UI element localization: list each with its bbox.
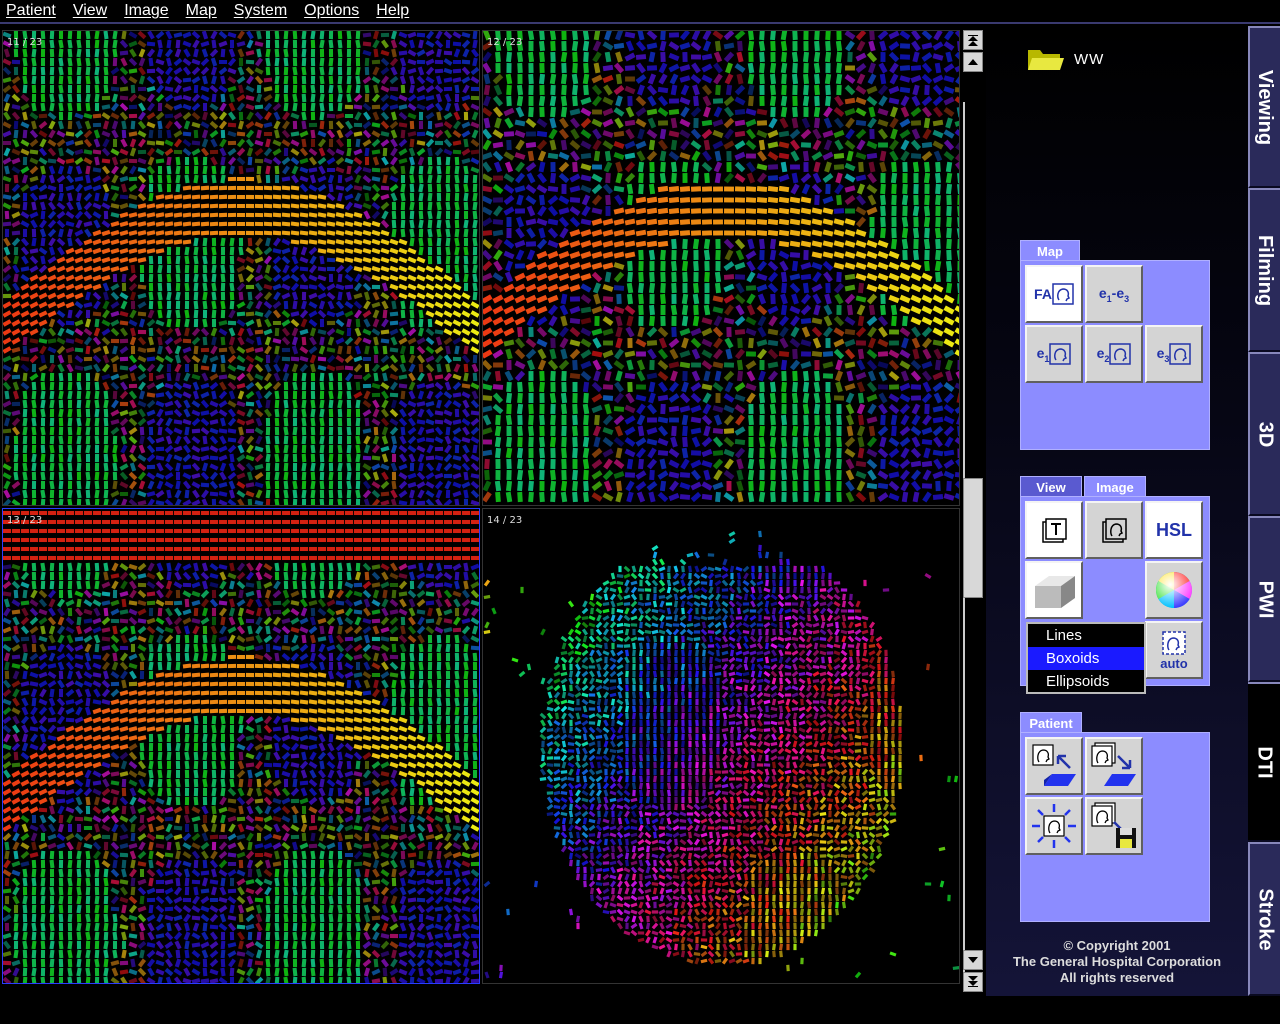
menu-view[interactable]: View bbox=[67, 2, 113, 20]
patient-folder[interactable]: WW bbox=[1026, 46, 1104, 72]
menu-map[interactable]: Map bbox=[180, 2, 223, 20]
export-patient-icon bbox=[1091, 742, 1136, 786]
head-icon bbox=[1169, 343, 1192, 365]
slice-label: 14 / 23 bbox=[487, 515, 523, 526]
auto-button[interactable]: auto bbox=[1145, 621, 1203, 679]
scroll-thumb[interactable] bbox=[963, 478, 983, 598]
viewport-1[interactable]: 11 / 23 bbox=[2, 30, 480, 506]
head-icon bbox=[1102, 518, 1127, 543]
menu-help[interactable]: Help bbox=[370, 2, 415, 20]
head-view-button[interactable] bbox=[1085, 501, 1143, 559]
e3-map-button[interactable]: e3 bbox=[1145, 325, 1203, 383]
head-icon bbox=[1052, 283, 1074, 305]
dti-glyph-image bbox=[483, 31, 959, 503]
e2-map-button[interactable]: e2 bbox=[1085, 325, 1143, 383]
tab-3d[interactable]: 3D bbox=[1248, 352, 1280, 516]
viewport-3[interactable]: 13 / 23 bbox=[2, 508, 480, 984]
scroll-top-icon[interactable] bbox=[963, 30, 983, 50]
option-boxoids[interactable]: Boxoids bbox=[1028, 647, 1144, 670]
scroll-bottom-icon[interactable] bbox=[963, 972, 983, 992]
menu-bar: Patient View Image Map System Options He… bbox=[0, 0, 1280, 24]
folder-name: WW bbox=[1074, 50, 1105, 68]
dti-glyph-image bbox=[3, 31, 479, 505]
menu-system[interactable]: System bbox=[228, 2, 293, 20]
e1-map-button[interactable]: e1 bbox=[1025, 325, 1083, 383]
text-overlay-button[interactable] bbox=[1025, 501, 1083, 559]
load-patient-button[interactable] bbox=[1025, 737, 1083, 795]
image-viewer: 11 / 23 12 / 23 13 / 23 14 / 23 bbox=[2, 30, 960, 986]
option-ellipsoids[interactable]: Ellipsoids bbox=[1028, 670, 1144, 693]
copyright-line-1: © Copyright 2001 bbox=[1063, 938, 1171, 953]
tab-pwi[interactable]: PWI bbox=[1248, 516, 1280, 682]
head-icon bbox=[1109, 343, 1132, 365]
module-tabs: Viewing Filming 3D PWI DTI Stroke bbox=[1248, 26, 1280, 996]
copyright-line-3: All rights reserved bbox=[1059, 970, 1175, 985]
dti-glyph-image bbox=[3, 510, 479, 983]
slice-scrollbar[interactable] bbox=[962, 28, 984, 996]
control-panel: WW Map FA e1-e3 e1 e2 e3 View Image HSL … bbox=[986, 28, 1248, 996]
menu-patient[interactable]: Patient bbox=[0, 2, 62, 20]
scroll-down-icon[interactable] bbox=[963, 950, 983, 970]
folder-icon bbox=[1026, 46, 1064, 72]
tab-filming[interactable]: Filming bbox=[1248, 188, 1280, 352]
color-sphere-icon bbox=[1155, 572, 1193, 608]
save-patient-button[interactable] bbox=[1085, 797, 1143, 855]
auto-head-icon bbox=[1162, 630, 1186, 655]
menu-options[interactable]: Options bbox=[298, 2, 365, 20]
hsl-button[interactable]: HSL bbox=[1145, 501, 1203, 559]
text-overlay-icon bbox=[1042, 518, 1067, 543]
menu-image[interactable]: Image bbox=[118, 2, 174, 20]
tab-viewing[interactable]: Viewing bbox=[1248, 26, 1280, 188]
glyph-type-dropdown[interactable]: Lines Boxoids Ellipsoids bbox=[1026, 622, 1146, 694]
tab-view[interactable]: View bbox=[1020, 476, 1082, 498]
tab-stroke[interactable]: Stroke bbox=[1248, 842, 1280, 996]
highlight-patient-icon bbox=[1032, 804, 1076, 848]
head-icon bbox=[1049, 343, 1072, 365]
export-patient-button[interactable] bbox=[1085, 737, 1143, 795]
load-patient-icon bbox=[1032, 744, 1076, 786]
slice-label: 11 / 23 bbox=[7, 37, 43, 48]
patient-group-body bbox=[1020, 732, 1210, 922]
bottom-strip bbox=[0, 996, 1280, 1024]
color-sphere-button[interactable] bbox=[1145, 561, 1203, 619]
save-patient-icon bbox=[1091, 802, 1136, 848]
copyright-line-2: The General Hospital Corporation bbox=[1012, 954, 1222, 969]
copyright-notice: © Copyright 2001 The General Hospital Co… bbox=[986, 938, 1248, 986]
slice-label: 13 / 23 bbox=[7, 515, 43, 526]
option-lines[interactable]: Lines bbox=[1028, 624, 1144, 647]
glyph-type-button[interactable] bbox=[1025, 561, 1083, 619]
tab-patient[interactable]: Patient bbox=[1020, 712, 1082, 734]
map-group-body: FA e1-e3 e1 e2 e3 bbox=[1020, 260, 1210, 450]
fa-map-button[interactable]: FA bbox=[1025, 265, 1083, 323]
slice-label: 12 / 23 bbox=[487, 37, 523, 48]
tab-dti[interactable]: DTI bbox=[1248, 682, 1280, 842]
highlight-patient-button[interactable] bbox=[1025, 797, 1083, 855]
dti-glyph-image bbox=[483, 530, 959, 979]
tab-map[interactable]: Map bbox=[1020, 240, 1080, 262]
tab-image[interactable]: Image bbox=[1084, 476, 1146, 498]
scroll-up-icon[interactable] bbox=[963, 52, 983, 72]
boxoid-icon bbox=[1035, 576, 1075, 608]
viewport-2[interactable]: 12 / 23 bbox=[482, 30, 960, 506]
viewport-4[interactable]: 14 / 23 bbox=[482, 508, 960, 984]
app-window: Patient View Image Map System Options He… bbox=[0, 0, 1280, 1024]
e1-e3-map-button[interactable]: e1-e3 bbox=[1085, 265, 1143, 323]
